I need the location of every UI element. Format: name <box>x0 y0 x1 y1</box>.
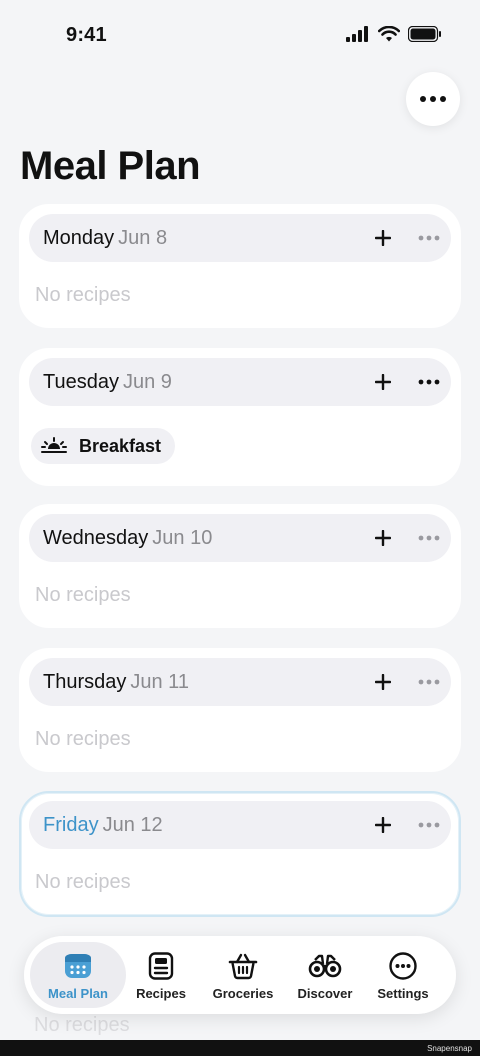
day-options-button[interactable] <box>413 524 445 552</box>
day-title: Thursday Jun 11 <box>43 671 189 694</box>
plus-icon <box>375 817 391 833</box>
wifi-icon <box>378 26 400 42</box>
plus-icon <box>375 530 391 546</box>
day-options-button[interactable] <box>413 368 445 396</box>
day-date: Jun 10 <box>152 527 213 549</box>
day-card-monday: Monday Jun 8 No recipes <box>19 204 461 328</box>
plus-icon <box>375 374 391 390</box>
status-time: 9:41 <box>66 24 107 46</box>
tab-settings[interactable]: Settings <box>355 942 451 1008</box>
add-recipe-button[interactable] <box>369 811 397 839</box>
day-header[interactable]: Monday Jun 8 <box>29 214 451 262</box>
add-recipe-button[interactable] <box>369 368 397 396</box>
day-card-tuesday: Tuesday Jun 9 Breakfast <box>19 348 461 486</box>
watermark: Snapensnap <box>427 1044 472 1053</box>
day-title: Tuesday Jun 9 <box>43 371 172 394</box>
cellular-signal-icon <box>346 26 368 42</box>
page-title: Meal Plan <box>20 144 201 188</box>
day-name: Wednesday <box>43 527 149 549</box>
day-header[interactable]: Wednesday Jun 10 <box>29 514 451 562</box>
status-icons <box>346 26 442 42</box>
tab-label: Groceries <box>212 986 274 1001</box>
day-card-thursday: Thursday Jun 11 No recipes <box>19 648 461 772</box>
scrolled-empty-text: No recipes <box>34 1014 130 1036</box>
day-title: Monday Jun 8 <box>43 227 167 250</box>
day-options-button[interactable] <box>413 811 445 839</box>
empty-recipes-text: No recipes <box>35 584 131 606</box>
ellipsis-icon <box>418 679 440 685</box>
empty-recipes-text: No recipes <box>35 284 131 306</box>
plus-icon <box>375 230 391 246</box>
calendar-icon <box>65 954 91 978</box>
day-name: Friday <box>43 814 99 836</box>
day-title: Friday Jun 12 <box>43 814 163 837</box>
day-date: Jun 9 <box>122 371 172 393</box>
tab-meal-plan[interactable]: Meal Plan <box>30 942 126 1008</box>
empty-recipes-text: No recipes <box>35 871 131 893</box>
day-date: Jun 11 <box>130 671 189 693</box>
day-header[interactable]: Tuesday Jun 9 <box>29 358 451 406</box>
home-indicator-bar <box>0 1040 480 1056</box>
tab-label: Settings <box>377 986 429 1001</box>
ellipsis-icon <box>418 822 440 828</box>
empty-recipes-text: No recipes <box>35 728 131 750</box>
ellipsis-icon <box>418 535 440 541</box>
tab-label: Discover <box>297 986 353 1001</box>
ellipsis-icon <box>418 235 440 241</box>
day-date: Jun 8 <box>118 227 168 249</box>
status-bar: 9:41 <box>0 0 480 72</box>
day-name: Thursday <box>43 671 127 693</box>
day-name: Tuesday <box>43 371 119 393</box>
day-title: Wednesday Jun 10 <box>43 527 212 550</box>
plus-icon <box>375 674 391 690</box>
more-options-button[interactable] <box>406 72 460 126</box>
day-card-friday: Friday Jun 12 No recipes <box>19 791 461 917</box>
tab-label: Meal Plan <box>48 986 108 1001</box>
basket-icon <box>228 953 258 980</box>
recipe-card-icon <box>148 952 174 980</box>
day-options-button[interactable] <box>413 668 445 696</box>
tab-bar: Meal Plan Recipes Groceries Discover Set… <box>24 936 456 1014</box>
day-card-wednesday: Wednesday Jun 10 No recipes <box>19 504 461 628</box>
binoculars-icon <box>308 954 342 978</box>
day-header[interactable]: Thursday Jun 11 <box>29 658 451 706</box>
ellipsis-icon <box>420 96 446 102</box>
meal-chip-breakfast[interactable]: Breakfast <box>31 428 176 464</box>
day-name: Monday <box>43 227 115 249</box>
battery-icon <box>408 26 441 42</box>
add-recipe-button[interactable] <box>369 668 397 696</box>
day-date: Jun 12 <box>102 814 163 836</box>
ellipsis-circle-icon <box>389 952 417 980</box>
meal-label: Breakfast <box>79 435 162 456</box>
add-recipe-button[interactable] <box>369 524 397 552</box>
ellipsis-icon <box>418 379 440 385</box>
add-recipe-button[interactable] <box>369 224 397 252</box>
day-options-button[interactable] <box>413 224 445 252</box>
day-header[interactable]: Friday Jun 12 <box>29 801 451 849</box>
tab-label: Recipes <box>136 986 186 1001</box>
sunrise-icon <box>41 437 67 453</box>
